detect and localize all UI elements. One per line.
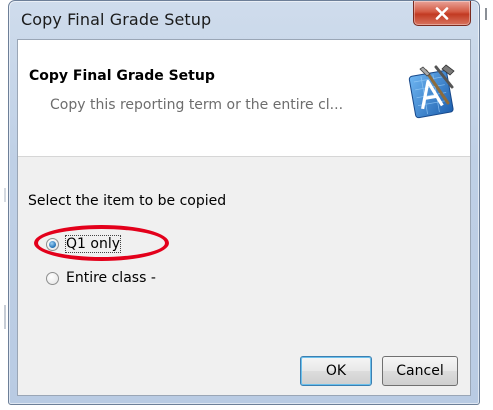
wizard-header: Copy Final Grade Setup Copy this reporti…	[18, 40, 470, 157]
radio-selected-dot	[49, 240, 56, 248]
radio-label-entire-class: Entire class -	[66, 270, 156, 286]
radio-button-selected[interactable]	[46, 237, 59, 251]
radio-button[interactable]	[46, 271, 59, 285]
header-subtitle: Copy this reporting term or the entire c…	[50, 97, 344, 113]
cancel-button[interactable]: Cancel	[382, 356, 458, 386]
ok-button[interactable]: OK	[300, 356, 372, 386]
close-button[interactable]	[413, 1, 471, 26]
desktop-edge-mark	[4, 188, 6, 202]
dialog-client-area: Copy Final Grade Setup Copy this reporti…	[17, 39, 471, 396]
radio-option-q1-only[interactable]: Q1 only	[46, 235, 121, 253]
wizard-tools-icon	[408, 64, 455, 119]
desktop-edge-mark	[485, 8, 487, 20]
desktop-edge-mark	[4, 305, 6, 329]
close-icon	[435, 6, 449, 20]
window-title: Copy Final Grade Setup	[21, 10, 212, 29]
radio-label-q1-only: Q1 only	[65, 235, 121, 253]
select-item-label: Select the item to be copied	[28, 193, 227, 209]
header-title: Copy Final Grade Setup	[29, 68, 215, 84]
dialog-window: Copy Final Grade Setup Copy Final Grade …	[8, 0, 480, 405]
radio-option-entire-class[interactable]: Entire class -	[46, 270, 156, 286]
